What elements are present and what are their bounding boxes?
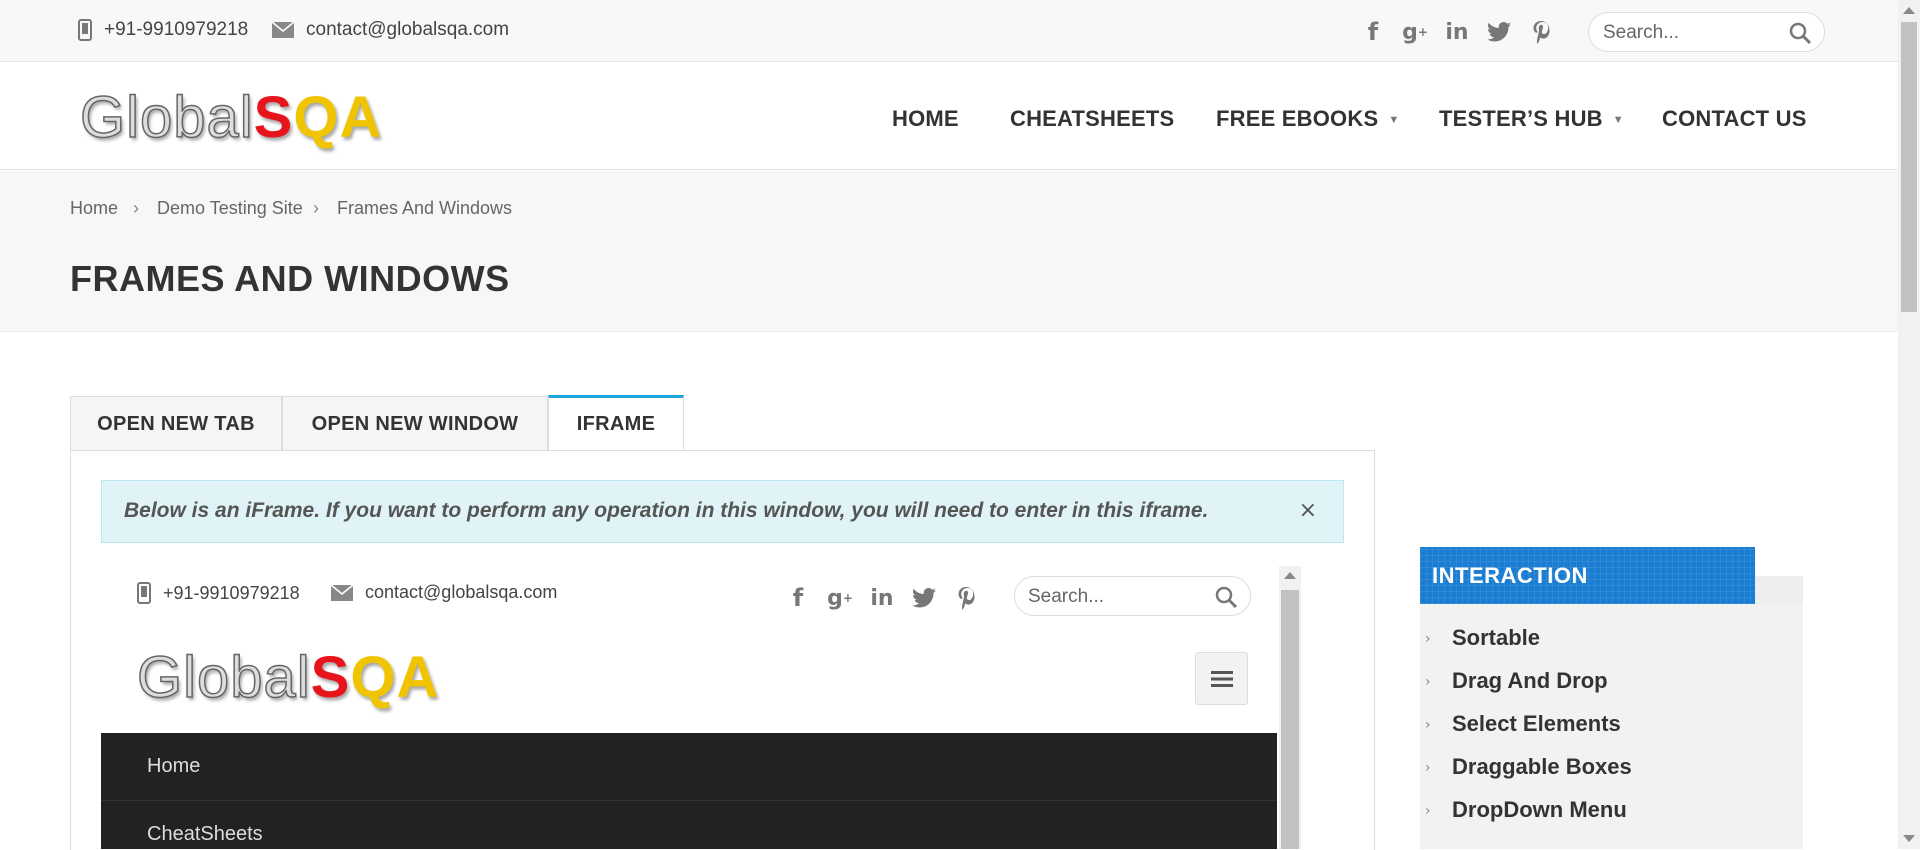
sidebar-link-select-elements[interactable]: Select Elements (1452, 711, 1621, 737)
page-title: FRAMES AND WINDOWS (70, 258, 510, 299)
chevron-right-icon: › (1425, 674, 1431, 690)
iframe-menu-item-home[interactable]: Home (101, 733, 1277, 801)
chevron-right-icon: › (1425, 717, 1431, 733)
logo-text-qa: QA (350, 645, 440, 710)
top-search-box (1588, 12, 1825, 52)
tab-iframe[interactable]: IFRAME (548, 395, 684, 451)
email-address[interactable]: contact@globalsqa.com (306, 19, 509, 41)
page-scrollbar-thumb[interactable] (1901, 22, 1917, 312)
sidebar-link-drag-and-drop[interactable]: Drag And Drop (1452, 668, 1608, 694)
nav-testers-hub-label: TESTER’S HUB (1439, 106, 1603, 131)
scrollbar-thumb[interactable] (1281, 590, 1299, 849)
page-title-area: Home › Demo Testing Site › Frames And Wi… (0, 171, 1898, 332)
chevron-down-icon: ▼ (1388, 114, 1400, 127)
nav-free-ebooks[interactable]: FREE EBOOKS ▼ (1216, 106, 1399, 132)
breadcrumb-current: Frames And Windows (337, 198, 513, 218)
nav-home[interactable]: HOME (892, 106, 959, 132)
logo-text-s: S (310, 645, 351, 710)
iframe-social-links: f g + in (777, 584, 987, 612)
nav-contact-us[interactable]: CONTACT US (1662, 106, 1807, 132)
email-contact: contact@globalsqa.com (272, 19, 509, 41)
widget-title-extension (1755, 576, 1803, 604)
iframe-scrollbar[interactable] (1279, 566, 1301, 849)
twitter-icon[interactable] (1478, 18, 1520, 46)
scroll-up-arrow-icon[interactable] (1284, 572, 1296, 579)
page-scrollbar[interactable] (1898, 0, 1920, 849)
iframe-email-contact: contact@globalsqa.com (331, 582, 557, 603)
linkedin-icon[interactable]: in (1436, 18, 1478, 46)
logo-text-qa: QA (293, 85, 383, 150)
scroll-up-arrow-icon[interactable] (1903, 7, 1915, 14)
social-links: f g + in (1352, 18, 1562, 46)
breadcrumb-home[interactable]: Home (70, 198, 118, 219)
mobile-phone-icon (78, 19, 92, 41)
envelope-icon (331, 584, 353, 601)
nav-free-ebooks-label: FREE EBOOKS (1216, 106, 1379, 131)
iframe-search-box (1014, 576, 1251, 616)
chevron-right-icon: › (1425, 803, 1431, 819)
chevron-right-icon: › (1425, 631, 1431, 647)
google-plus-icon[interactable]: g + (1394, 18, 1436, 46)
iframe-globalsqa-logo[interactable]: GlobalSQA (136, 645, 440, 710)
search-icon[interactable] (1788, 21, 1812, 45)
breadcrumb-separator: › (313, 198, 319, 218)
pinterest-icon[interactable] (945, 584, 987, 612)
logo-text-global: Global (136, 645, 311, 710)
linkedin-icon[interactable]: in (861, 584, 903, 612)
tab-open-new-window[interactable]: OPEN NEW WINDOW (282, 396, 548, 451)
iframe-email-address[interactable]: contact@globalsqa.com (365, 582, 557, 603)
iframe-search-input[interactable] (1026, 585, 1206, 609)
hamburger-menu-button[interactable] (1195, 652, 1248, 705)
alert-message: Below is an iFrame. If you want to perfo… (124, 499, 1209, 522)
breadcrumb-separator: › (133, 198, 139, 218)
site-header: GlobalSQA HOME CHEATSHEETS FREE EBOOKS ▼ … (0, 62, 1898, 170)
iframe-phone-number: +91-9910979218 (163, 582, 300, 603)
sidebar-link-draggable-boxes[interactable]: Draggable Boxes (1452, 754, 1632, 780)
nav-cheatsheets[interactable]: CHEATSHEETS (1010, 106, 1174, 132)
pinterest-icon[interactable] (1520, 18, 1562, 46)
top-bar: +91-9910979218 contact@globalsqa.com f g… (0, 0, 1898, 62)
nav-testers-hub[interactable]: TESTER’S HUB ▼ (1439, 106, 1624, 132)
facebook-icon[interactable]: f (777, 584, 819, 612)
search-icon[interactable] (1214, 585, 1238, 609)
info-alert: Below is an iFrame. If you want to perfo… (101, 480, 1344, 543)
envelope-icon (272, 22, 294, 38)
iframe-menu-item-cheatsheets[interactable]: CheatSheets (101, 801, 1277, 849)
chevron-down-icon: ▼ (1612, 114, 1624, 127)
breadcrumb-demo-testing-site[interactable]: Demo Testing Site (157, 198, 303, 219)
hamburger-icon (1210, 670, 1233, 687)
logo-text-s: S (253, 85, 294, 150)
sidebar-link-sortable[interactable]: Sortable (1452, 625, 1540, 651)
tab-open-new-tab[interactable]: OPEN NEW TAB (70, 396, 282, 451)
phone-contact: +91-9910979218 (78, 19, 248, 41)
iframe-mobile-menu: Home CheatSheets (101, 733, 1277, 849)
phone-number: +91-9910979218 (104, 19, 249, 40)
google-plus-icon[interactable]: g + (819, 584, 861, 612)
iframe-phone-contact: +91-9910979218 (137, 582, 300, 604)
mobile-phone-icon (137, 582, 151, 604)
search-input[interactable] (1601, 21, 1781, 45)
facebook-icon[interactable]: f (1352, 18, 1394, 46)
sidebar-link-dropdown-menu[interactable]: DropDown Menu (1452, 797, 1627, 823)
scroll-down-arrow-icon[interactable] (1903, 835, 1915, 842)
twitter-icon[interactable] (903, 584, 945, 612)
chevron-right-icon: › (1425, 760, 1431, 776)
globalsqa-logo[interactable]: GlobalSQA (79, 85, 383, 150)
close-icon[interactable]: × (1299, 498, 1317, 523)
embedded-iframe[interactable]: +91-9910979218 contact@globalsqa.com f g… (101, 566, 1301, 849)
logo-text-global: Global (79, 85, 254, 150)
widget-title-interaction: INTERACTION (1420, 547, 1755, 604)
